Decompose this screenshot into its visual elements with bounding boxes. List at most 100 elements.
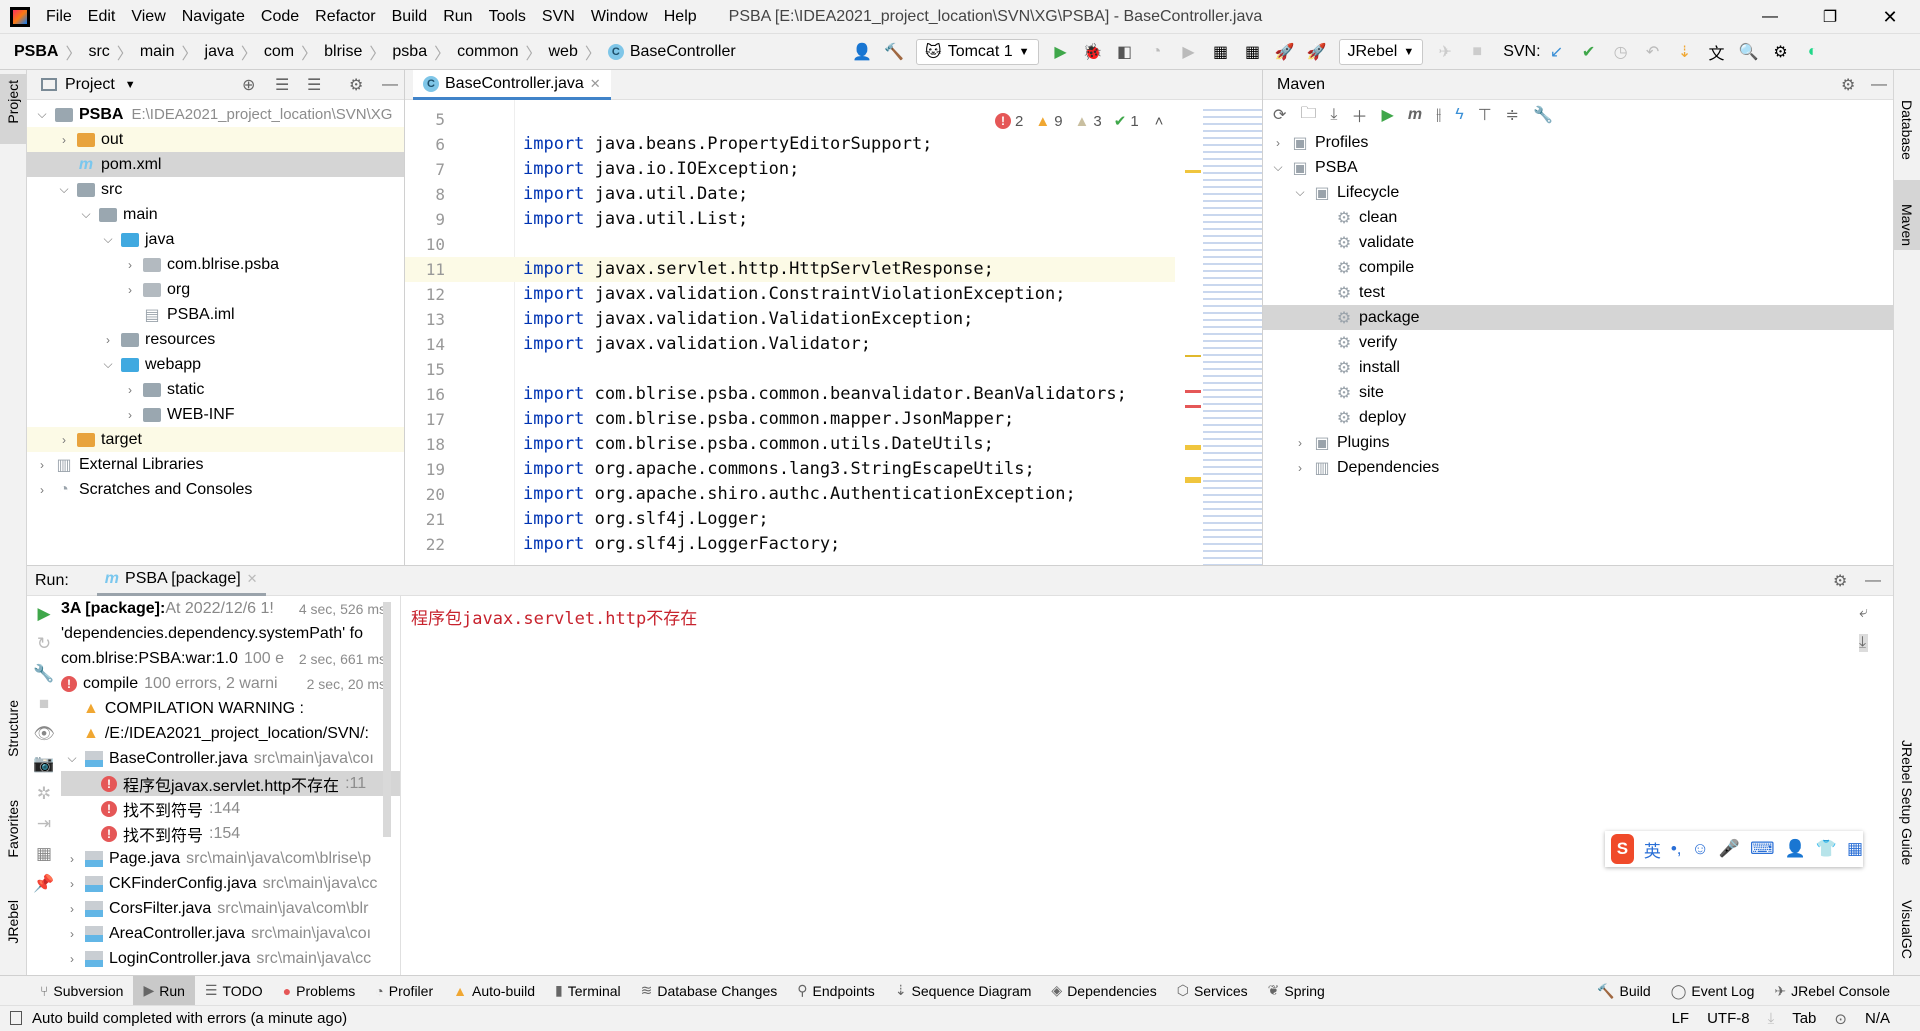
chevron-down-icon[interactable]: ▼ bbox=[125, 79, 136, 91]
maven-tree-item[interactable]: ⚙ install bbox=[1263, 355, 1893, 380]
run-tree-item[interactable]: › AreaController.java src\main\java\coı bbox=[61, 921, 400, 946]
inspection-widget[interactable]: !2 ▲9 ▲3 ✔1 ˄ ˅ bbox=[995, 112, 1191, 130]
jrebel-debug-icon[interactable]: 🚀 bbox=[1306, 41, 1328, 63]
menu-refactor[interactable]: Refactor bbox=[315, 8, 375, 26]
previous-highlight-icon[interactable]: ˄ bbox=[1155, 113, 1164, 130]
project-tree-item[interactable]: ⌵ webapp bbox=[27, 352, 404, 377]
pin-icon[interactable]: 📌 bbox=[33, 874, 54, 894]
chevron-right-icon[interactable]: › bbox=[65, 952, 79, 966]
indent-setting[interactable]: Tab bbox=[1792, 1010, 1816, 1027]
menu-edit[interactable]: Edit bbox=[88, 8, 116, 26]
maven-tree-item[interactable]: ⚙ validate bbox=[1263, 230, 1893, 255]
menu-build[interactable]: Build bbox=[392, 8, 428, 26]
chevron-down-icon[interactable]: ⌵ bbox=[65, 751, 79, 766]
settings-gear-icon[interactable]: ⚙ bbox=[349, 75, 363, 95]
run-tree-item[interactable]: › CorsFilter.java src\main\java\com\blr bbox=[61, 896, 400, 921]
run-tree-item[interactable]: ! 找不到符号:154 bbox=[61, 821, 400, 846]
project-title[interactable]: Project bbox=[65, 76, 115, 94]
project-tree-item[interactable]: ⌵ java bbox=[27, 227, 404, 252]
show-dependencies-icon[interactable]: ⊤ bbox=[1478, 105, 1492, 125]
tool-window-subversion[interactable]: ⑂ Subversion bbox=[30, 976, 133, 1006]
settings-gear-icon[interactable]: ⚙ bbox=[1833, 571, 1847, 591]
status-message[interactable]: Auto build completed with errors (a minu… bbox=[32, 1010, 347, 1027]
run-tree-item[interactable]: ! compile 100 errors, 2 warni 2 sec, 20 ms bbox=[61, 671, 400, 696]
run-tree-item[interactable]: ▲ COMPILATION WARNING : bbox=[61, 696, 400, 721]
breadcrumb-item[interactable]: src bbox=[88, 43, 109, 61]
menu-window[interactable]: Window bbox=[591, 8, 648, 26]
chevron-right-icon[interactable]: › bbox=[65, 852, 79, 866]
tool-window-run[interactable]: ▶ Run bbox=[133, 975, 195, 1006]
chevron-right-icon[interactable]: › bbox=[57, 133, 71, 147]
skin-icon[interactable]: 👕 bbox=[1816, 839, 1837, 859]
hide-icon[interactable]: — bbox=[1871, 76, 1887, 94]
maven-tree-item[interactable]: › ▥ Dependencies bbox=[1263, 455, 1893, 480]
tool-window-problems[interactable]: ● Problems bbox=[273, 976, 366, 1006]
menu-file[interactable]: File bbox=[46, 8, 72, 26]
breadcrumb-item[interactable]: web bbox=[548, 43, 577, 61]
debug-app-icon[interactable]: ▦ bbox=[1242, 41, 1264, 63]
breadcrumb-item[interactable]: psba bbox=[392, 43, 427, 61]
maven-tree-item[interactable]: › ▣ Profiles bbox=[1263, 130, 1893, 155]
chevron-right-icon[interactable]: › bbox=[65, 927, 79, 941]
maven-tree-item[interactable]: ⌵ ▣ Lifecycle bbox=[1263, 180, 1893, 205]
rollback-icon[interactable]: ↶ bbox=[1642, 41, 1664, 63]
chevron-right-icon[interactable]: › bbox=[1293, 461, 1307, 475]
run-tree-item[interactable]: 3A [package]: At 2022/12/6 1! 4 sec, 526 … bbox=[61, 596, 400, 621]
chevron-down-icon[interactable]: ⌵ bbox=[35, 107, 49, 122]
add-icon[interactable]: ＋ bbox=[1352, 103, 1368, 127]
hide-icon[interactable]: — bbox=[382, 76, 398, 94]
chevron-down-icon[interactable]: ⌵ bbox=[101, 232, 115, 247]
emoji-icon[interactable]: ☺ bbox=[1692, 839, 1709, 859]
scroll-to-end-icon[interactable]: ⤓ bbox=[1859, 634, 1868, 652]
menu-run[interactable]: Run bbox=[443, 8, 472, 26]
breadcrumb-item[interactable]: main bbox=[140, 43, 175, 61]
tool-window-spring[interactable]: ❦ Spring bbox=[1258, 976, 1335, 1006]
hide-icon[interactable]: — bbox=[1865, 572, 1881, 590]
project-tree-item[interactable]: m pom.xml bbox=[27, 152, 404, 177]
voice-icon[interactable]: 🎤 bbox=[1719, 839, 1740, 859]
project-tree-item[interactable]: ▤ PSBA.iml bbox=[27, 302, 404, 327]
run-tree-item[interactable]: com.blrise:PSBA:war:1.0 100 e 2 sec, 661 m… bbox=[61, 646, 400, 671]
close-tab-icon[interactable]: ✕ bbox=[247, 571, 258, 587]
run-icon[interactable]: ▶ bbox=[1382, 105, 1394, 125]
run-tree-item[interactable]: › CKFinderConfig.java src\main\java\cc bbox=[61, 871, 400, 896]
stripe-maven[interactable]: Maven bbox=[1894, 180, 1920, 250]
project-tree-item[interactable]: › org bbox=[27, 277, 404, 302]
menu-view[interactable]: View bbox=[131, 8, 165, 26]
project-tree-item[interactable]: ⌵ src bbox=[27, 177, 404, 202]
tool-window-profiler[interactable]: ◔ Profiler bbox=[365, 976, 443, 1006]
search-icon[interactable]: 🔍 bbox=[1738, 41, 1760, 63]
wrench-icon[interactable]: 🔧 bbox=[1533, 105, 1553, 125]
breadcrumb-item[interactable]: PSBA bbox=[14, 43, 58, 61]
rerun-icon[interactable]: ▶ bbox=[37, 604, 50, 624]
history-icon[interactable]: ◷ bbox=[1610, 41, 1632, 63]
maven-tree-item[interactable]: › ▣ Plugins bbox=[1263, 430, 1893, 455]
tool-window-auto-build[interactable]: ▲ Auto-build bbox=[443, 976, 545, 1006]
line-separator[interactable]: LF bbox=[1672, 1010, 1690, 1027]
debug-settings-icon[interactable]: ✲ bbox=[37, 784, 51, 804]
run-config-select[interactable]: 🐱 Tomcat 1 ▼ bbox=[916, 39, 1039, 65]
chevron-right-icon[interactable]: › bbox=[1271, 136, 1285, 150]
vcs-icon[interactable]: ⊙ bbox=[1834, 1010, 1847, 1028]
maven-tree-item[interactable]: ⚙ deploy bbox=[1263, 405, 1893, 430]
tool-window-sequence-diagram[interactable]: ⇣ Sequence Diagram bbox=[885, 976, 1042, 1006]
chevron-right-icon[interactable]: › bbox=[65, 877, 79, 891]
ime-language[interactable]: 英 bbox=[1644, 837, 1661, 862]
maven-goal-icon[interactable]: m bbox=[1408, 106, 1422, 124]
project-tree-item[interactable]: ⌵ main bbox=[27, 202, 404, 227]
run-tree-item[interactable]: ! 程序包javax.servlet.http不存在:11 bbox=[61, 771, 400, 796]
stripe-database[interactable]: Database bbox=[1899, 100, 1915, 160]
menu-navigate[interactable]: Navigate bbox=[182, 8, 245, 26]
run-tree-item[interactable]: › LoginController.java src\main\java\cc bbox=[61, 946, 400, 971]
vcs-branch[interactable]: N/A bbox=[1865, 1010, 1890, 1027]
collapse-all-icon[interactable]: ≑ bbox=[1506, 105, 1519, 125]
tab-basecontroller[interactable]: C BaseController.java ✕ bbox=[413, 70, 611, 100]
maven-tree-item[interactable]: ⚙ compile bbox=[1263, 255, 1893, 280]
run-output[interactable]: 程序包javax.servlet.http不存在 bbox=[411, 596, 1851, 976]
translate-icon[interactable]: 文 bbox=[1706, 41, 1728, 63]
breadcrumb-item[interactable]: common bbox=[457, 43, 518, 61]
stripe-project[interactable]: Project bbox=[0, 74, 26, 144]
chevron-down-icon[interactable]: ⌵ bbox=[101, 357, 115, 372]
run-tree-item[interactable]: ! 找不到符号:144 bbox=[61, 796, 400, 821]
chevron-right-icon[interactable]: › bbox=[123, 283, 137, 297]
